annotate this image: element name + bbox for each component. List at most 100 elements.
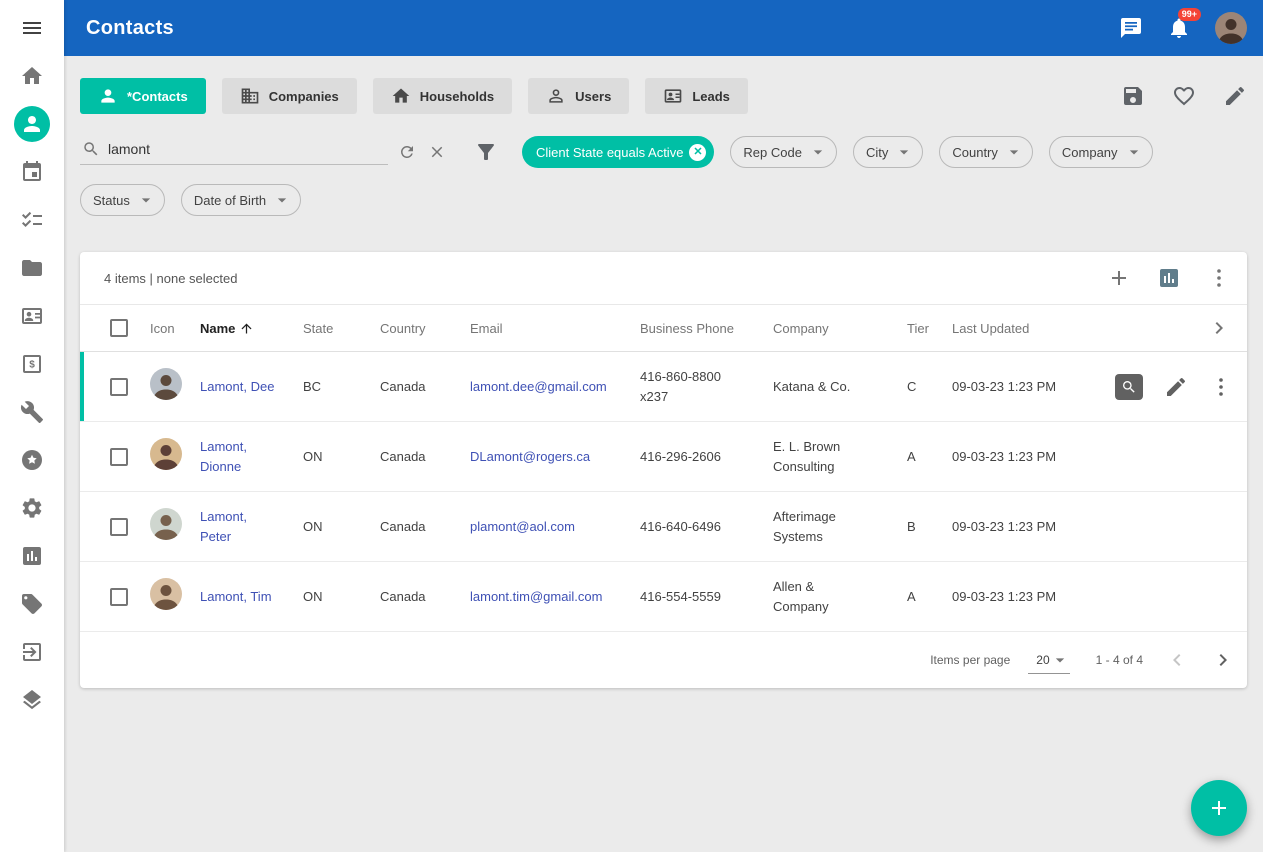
row-preview-button[interactable] — [1115, 374, 1143, 400]
filter-chips-row-1: Client State equals Active ✕ Rep Code Ci… — [522, 136, 1153, 168]
chevron-down-icon — [1124, 142, 1144, 162]
filter-chip-status[interactable]: Status — [80, 184, 165, 216]
applied-filter-chip[interactable]: Client State equals Active ✕ — [522, 136, 714, 168]
email-link[interactable]: DLamont@rogers.ca — [470, 449, 590, 464]
filter-chip-company[interactable]: Company — [1049, 136, 1153, 168]
sidebar-item-layers[interactable] — [8, 676, 56, 724]
tab-contacts[interactable]: *Contacts — [80, 78, 206, 114]
tab-users[interactable]: Users — [528, 78, 629, 114]
search-field[interactable] — [80, 140, 388, 165]
grid-toolbar-actions — [1107, 266, 1231, 290]
chevron-left-icon — [1165, 648, 1189, 672]
tab-companies[interactable]: Companies — [222, 78, 357, 114]
plus-icon — [1207, 796, 1231, 820]
grid-more-button[interactable] — [1207, 266, 1231, 290]
last-updated-cell: 09-03-23 1:23 PM — [944, 352, 1094, 422]
tab-households[interactable]: Households — [373, 78, 512, 114]
previous-page-button[interactable] — [1165, 648, 1189, 672]
select-all-checkbox[interactable] — [110, 319, 128, 337]
email-link[interactable]: lamont.tim@gmail.com — [470, 589, 602, 604]
company-cell: Afterimage Systems — [765, 492, 899, 562]
column-header-company[interactable]: Company — [765, 305, 899, 352]
filter-chip-city[interactable]: City — [853, 136, 923, 168]
row-checkbox[interactable] — [110, 518, 128, 536]
sidebar-item-contacts[interactable] — [8, 100, 56, 148]
row-more-button[interactable] — [1209, 375, 1233, 399]
menu-button[interactable] — [8, 4, 56, 52]
clear-search-button[interactable] — [428, 143, 446, 161]
save-view-button[interactable] — [1121, 84, 1145, 108]
phone-cell: 416-860-8800 x237 — [632, 352, 765, 422]
column-header-name[interactable]: Name — [192, 305, 295, 352]
favorite-button[interactable] — [1172, 84, 1196, 108]
column-header-tier[interactable]: Tier — [899, 305, 944, 352]
last-updated-cell: 09-03-23 1:23 PM — [944, 422, 1094, 492]
contact-avatar — [150, 508, 182, 540]
column-header-business-phone[interactable]: Business Phone — [632, 305, 765, 352]
search-icon — [82, 140, 100, 158]
sidebar-item-invoices[interactable] — [8, 340, 56, 388]
column-header-country[interactable]: Country — [372, 305, 462, 352]
edit-view-button[interactable] — [1223, 84, 1247, 108]
column-header-email[interactable]: Email — [462, 305, 632, 352]
tab-leads[interactable]: Leads — [645, 78, 748, 114]
country-cell: Canada — [372, 422, 462, 492]
filter-button[interactable] — [474, 140, 498, 164]
contact-name-link[interactable]: Lamont, Dionne — [200, 439, 247, 474]
page-title: Contacts — [86, 17, 174, 40]
sidebar-item-settings[interactable] — [8, 484, 56, 532]
sidebar-item-tasks[interactable] — [8, 196, 56, 244]
contact-name-link[interactable]: Lamont, Peter — [200, 509, 247, 544]
email-link[interactable]: plamont@aol.com — [470, 519, 575, 534]
chevron-right-icon — [1211, 648, 1235, 672]
search-and-filters: Client State equals Active ✕ Rep Code Ci… — [80, 136, 1247, 168]
more-vert-icon — [1209, 375, 1233, 399]
row-edit-button[interactable] — [1164, 375, 1188, 399]
state-cell: ON — [295, 492, 372, 562]
refresh-button[interactable] — [398, 143, 416, 161]
user-avatar-button[interactable] — [1215, 12, 1247, 44]
sidebar-item-exit[interactable] — [8, 628, 56, 676]
scroll-columns-right-button[interactable] — [1207, 316, 1231, 340]
next-page-button[interactable] — [1211, 648, 1235, 672]
sidebar-item-tools[interactable] — [8, 388, 56, 436]
items-per-page-select[interactable]: 20 — [1028, 647, 1069, 674]
search-input[interactable] — [108, 141, 386, 157]
chart-view-button[interactable] — [1157, 266, 1181, 290]
avatar-silhouette-icon — [150, 368, 182, 400]
tier-cell: C — [899, 352, 944, 422]
state-cell: BC — [295, 352, 372, 422]
grid-toolbar: 4 items | none selected — [80, 252, 1247, 304]
column-header-state[interactable]: State — [295, 305, 372, 352]
sidebar-item-home[interactable] — [8, 52, 56, 100]
gear-icon — [20, 496, 44, 520]
filter-chip-rep-code[interactable]: Rep Code — [730, 136, 837, 168]
contact-name-link[interactable]: Lamont, Dee — [200, 379, 274, 394]
state-cell: ON — [295, 562, 372, 632]
sidebar-item-featured[interactable] — [8, 436, 56, 484]
chat-button[interactable] — [1119, 16, 1143, 40]
email-link[interactable]: lamont.dee@gmail.com — [470, 379, 607, 394]
sidebar-item-reports[interactable] — [8, 532, 56, 580]
chevron-down-icon — [272, 190, 292, 210]
notifications-button[interactable]: 99+ — [1167, 16, 1191, 40]
chevron-down-icon — [136, 190, 156, 210]
column-header-icon[interactable]: Icon — [142, 305, 192, 352]
chevron-down-icon — [894, 142, 914, 162]
contact-card-icon — [20, 304, 44, 328]
column-header-last-updated[interactable]: Last Updated — [944, 305, 1094, 352]
filter-chip-date-of-birth[interactable]: Date of Birth — [181, 184, 301, 216]
sidebar-item-contact-cards[interactable] — [8, 292, 56, 340]
sidebar-item-calendar[interactable] — [8, 148, 56, 196]
sidebar-item-documents[interactable] — [8, 244, 56, 292]
add-record-button[interactable] — [1107, 266, 1131, 290]
contact-name-link[interactable]: Lamont, Tim — [200, 589, 272, 604]
remove-filter-icon[interactable]: ✕ — [689, 144, 706, 161]
row-checkbox[interactable] — [110, 448, 128, 466]
sidebar-item-tags[interactable] — [8, 580, 56, 628]
table-row: Lamont, Dee BC Canada lamont.dee@gmail.c… — [80, 352, 1247, 422]
row-checkbox[interactable] — [110, 378, 128, 396]
row-checkbox[interactable] — [110, 588, 128, 606]
filter-chip-country[interactable]: Country — [939, 136, 1033, 168]
add-contact-fab[interactable] — [1191, 780, 1247, 836]
